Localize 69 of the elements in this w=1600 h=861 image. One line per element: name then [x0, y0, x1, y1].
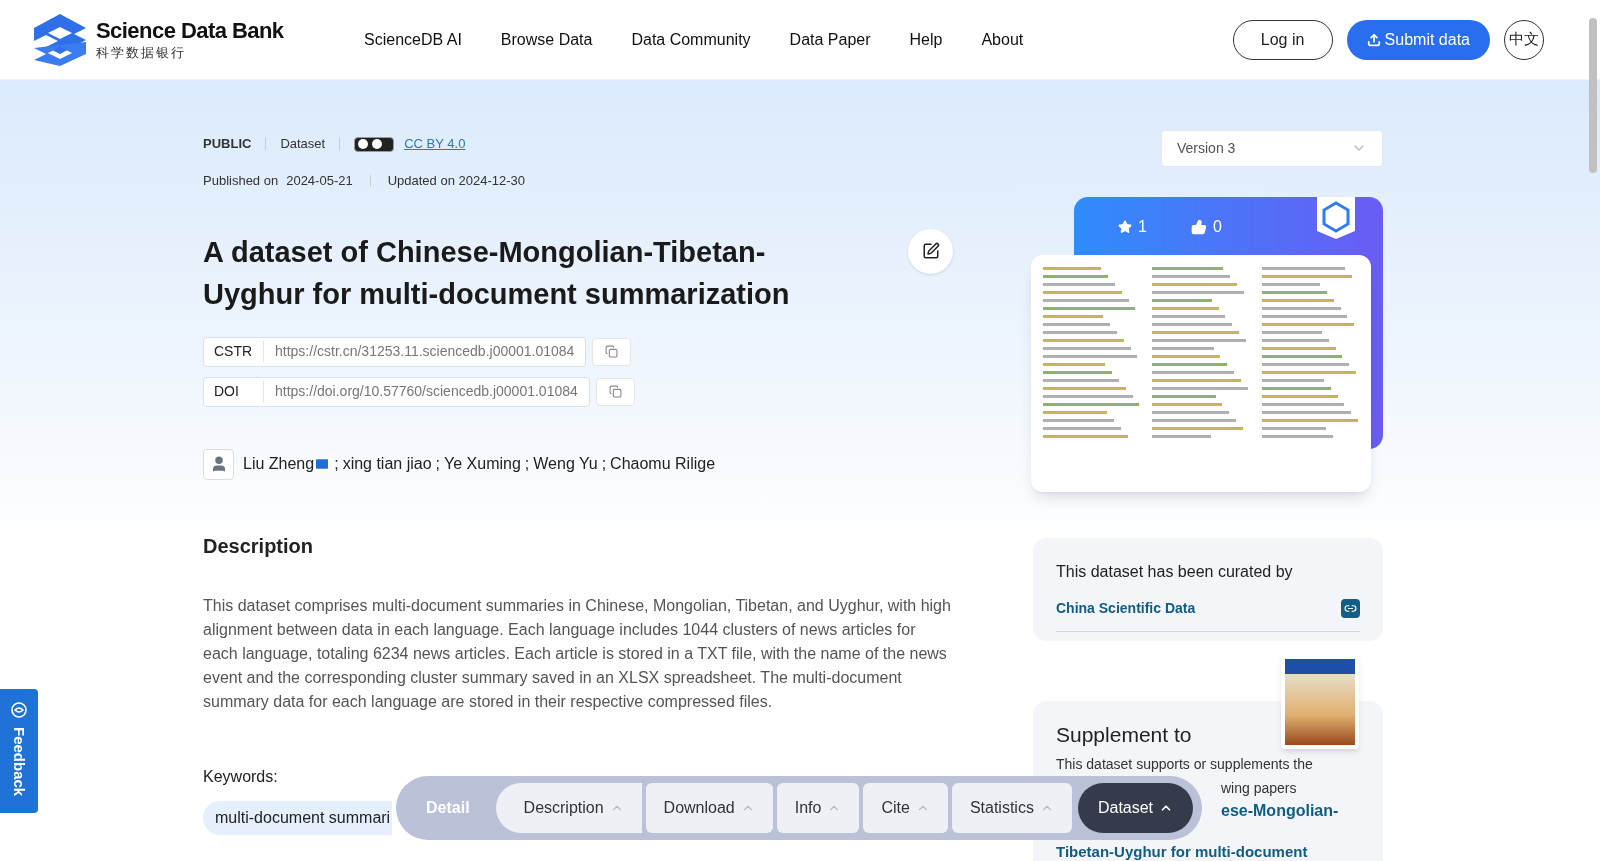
nav-link[interactable]: ScienceDB AI — [364, 27, 462, 52]
section-tab[interactable]: Info — [776, 783, 860, 833]
link-icon[interactable] — [1341, 599, 1360, 619]
nav-link[interactable]: Data Community — [631, 27, 751, 52]
feedback-tab[interactable]: Feedback — [0, 689, 38, 813]
detail-label: Detail — [426, 798, 470, 818]
identifier-value: https://cstr.cn/31253.11.sciencedb.j00001.01084 — [274, 342, 576, 361]
section-tab[interactable]: Cite — [863, 783, 948, 833]
avatar-icon — [203, 448, 234, 480]
published-date: 2024-05-21 — [286, 172, 353, 190]
section-tab[interactable]: Download — [645, 783, 773, 833]
section-tab[interactable]: Description — [495, 783, 642, 833]
nav-link[interactable]: About — [981, 27, 1024, 52]
type-label: Dataset — [280, 135, 326, 154]
dataset-title: A dataset of Chinese-Mongolian-Tibetan-Uyghur for multi-document summarization — [203, 234, 791, 312]
cc-license-icon — [354, 136, 395, 152]
keywords-label: Keywords: — [203, 766, 279, 787]
access-label: PUBLIC — [203, 135, 252, 154]
author-link[interactable]: Ye Xuming — [444, 452, 521, 476]
logo-subtitle: 科学数据银行 — [96, 46, 187, 59]
identifier-value: https://doi.org/10.57760/sciencedb.j00001.01084 — [274, 382, 579, 401]
scrollbar[interactable] — [1589, 18, 1597, 173]
share-button[interactable] — [908, 228, 953, 274]
curator-link[interactable]: China Scientific Data — [1056, 598, 1196, 620]
supplement-text: This dataset supports or supplements the — [1056, 755, 1313, 773]
published-label: Published on — [203, 172, 279, 190]
copy-button[interactable] — [595, 377, 635, 406]
upload-icon — [1366, 32, 1381, 47]
submit-data-button[interactable]: Submit data — [1346, 19, 1490, 60]
updated-date: Updated on 2024-12-30 — [387, 172, 525, 190]
paper-link[interactable]: Tibetan-Uyghur for multi-document — [1056, 843, 1308, 861]
copy-icon — [608, 385, 622, 398]
edit-icon — [921, 242, 940, 260]
nav-link[interactable]: Help — [909, 27, 943, 52]
version-select[interactable]: Version 3 — [1161, 130, 1383, 167]
identifier-field[interactable]: DOI https://doi.org/10.57760/sciencedb.j00001.01084 — [203, 376, 590, 407]
author-separator: ; — [435, 454, 441, 474]
star-icon — [1118, 219, 1132, 234]
section-tab[interactable]: Dataset — [1077, 783, 1194, 833]
section-heading: Description — [203, 533, 315, 559]
logo-title: Science Data Bank — [96, 20, 284, 42]
keyword-tag[interactable]: multi-document summari — [203, 800, 393, 835]
logo-icon — [32, 11, 88, 68]
author-separator: ; — [334, 454, 339, 474]
description-text: This dataset comprises multi-document summaries in Chinese, Mongolian, Tibetan, and Uyghur, with high alignment between data in each language. Each language includes 1044 clusters of news articles for each language, totaling 6234 news articles. Each article is stored in a TXT file, with the name of the news event and the corresponding cluster summary saved in an XLSX spreadsheet. The multi-document summary data for each language are stored in their respective compressed files. — [203, 595, 952, 712]
nav-link[interactable]: Browse Data — [500, 27, 593, 52]
author-link[interactable]: xing tian jiao — [342, 452, 432, 476]
section-tab[interactable]: Statistics — [951, 783, 1072, 833]
identifier-label: CSTR — [204, 341, 264, 362]
author-link[interactable]: Weng Yu — [533, 452, 598, 476]
badge-icon — [1317, 196, 1355, 239]
thumbs-up-icon — [1190, 218, 1207, 235]
author-separator: ; — [524, 454, 530, 474]
identifier-field[interactable]: CSTR https://cstr.cn/31253.11.sciencedb.j00001.01084 — [203, 336, 587, 367]
paper-link[interactable]: ese-Mongolian- — [1221, 801, 1339, 821]
curated-text: This dataset has been curated by — [1056, 562, 1294, 583]
supplement-heading: Supplement to — [1056, 722, 1192, 748]
copy-button[interactable] — [592, 337, 632, 366]
nav-link[interactable]: Data Paper — [789, 27, 871, 52]
feedback-icon — [10, 701, 28, 719]
author-link[interactable]: Chaomu Rilige — [610, 452, 716, 476]
star-count[interactable]: 1 — [1118, 214, 1147, 239]
author-separator: ; — [601, 454, 607, 474]
license-link[interactable]: CC BY 4.0 — [404, 134, 466, 154]
identifier-label: DOI — [204, 381, 264, 402]
author-link[interactable]: Liu Zheng — [243, 452, 315, 476]
supplement-text: wing papers — [1221, 779, 1297, 797]
copy-icon — [605, 345, 619, 358]
like-count[interactable]: 0 — [1190, 214, 1222, 239]
